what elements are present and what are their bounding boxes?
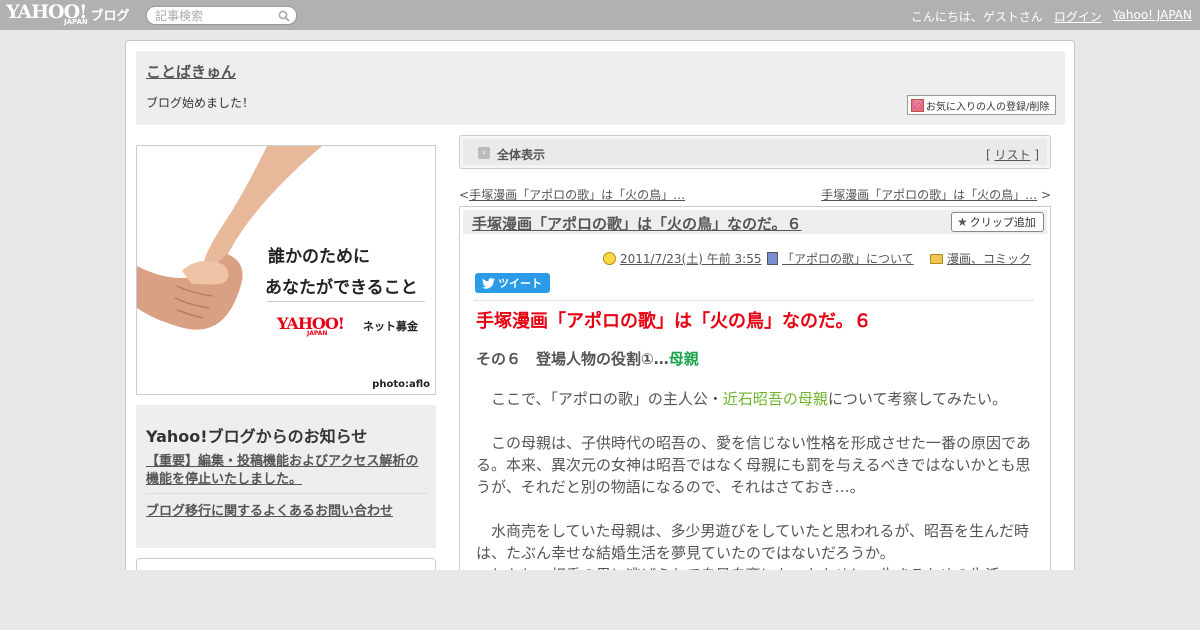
arrow-right-icon: › <box>478 147 490 159</box>
list-toggle: [ リスト ] <box>986 146 1039 163</box>
list-link[interactable]: リスト <box>994 148 1030 162</box>
top-navbar: YAHOO! JAPAN ブログ こんにちは、ゲストさん ログイン Yahoo!… <box>0 0 1200 30</box>
article-header: 手塚漫画「アポロの歌」は「火の鳥」なのだ。６ ★ クリップ追加 <box>463 210 1047 234</box>
paragraph-1-prefix: ここで、「アポロの歌」の主人公・ <box>476 390 723 408</box>
tweet-button[interactable]: ツイート <box>475 273 550 293</box>
prev-arrow: < <box>459 188 470 202</box>
search-input[interactable] <box>155 9 280 23</box>
user-menu: こんにちは、ゲストさん ログイン Yahoo! JAPAN <box>911 8 1192 25</box>
all-view-label: 全体表示 <box>497 148 546 162</box>
paragraph-1-highlight: 近石昭吾の母親 <box>722 390 828 408</box>
blog-title[interactable]: ことばきゅん <box>146 61 236 82</box>
star-icon: ★ <box>957 215 968 229</box>
charity-banner[interactable]: 誰かのために あなたができること YAHOO! JAPAN ネット募金 phot… <box>136 145 436 395</box>
article-divider <box>475 300 1033 301</box>
favorite-register-button[interactable]: ♡ お気に入りの人の登録/削除 <box>907 95 1056 115</box>
banner-net-donation: ネット募金 <box>363 320 418 333</box>
category-link[interactable]: 漫画、コミック <box>947 250 1031 267</box>
meta-book: 「アポロの歌」について <box>767 250 914 267</box>
book-icon <box>767 252 778 265</box>
search-box <box>146 6 297 25</box>
favorite-register-label: お気に入りの人の登録/削除 <box>926 101 1050 113</box>
notice-link-important[interactable]: 【重要】編集・投稿機能およびアクセス解析の機能を停止いたしました。 <box>146 453 428 489</box>
clip-add-button[interactable]: ★ クリップ追加 <box>951 212 1044 232</box>
article-navigation: <手塚漫画「アポロの歌」は「火の鳥」… 手塚漫画「アポロの歌」は「火の鳥」… > <box>459 186 1051 203</box>
folder-icon <box>930 253 943 264</box>
subheading-highlight: 母親 <box>668 350 699 368</box>
date-link[interactable]: 2011/7/23(土) 午前 3:55 <box>620 250 761 267</box>
list-bracket-close: ] <box>1030 148 1039 162</box>
article-body-title: 手塚漫画「アポロの歌」は「火の鳥」なのだ。６ <box>476 311 872 332</box>
all-view-inner: › 全体表示 [ リスト ] <box>463 139 1047 165</box>
clock-icon <box>603 252 616 265</box>
paragraph-1: ここで、「アポロの歌」の主人公・近石昭吾の母親について考察してみたい。 <box>476 388 1038 410</box>
photo-credit: photo:aflo <box>372 379 430 390</box>
yahoo-japan-link[interactable]: Yahoo! JAPAN <box>1113 8 1192 25</box>
meta-category: 漫画、コミック <box>930 250 1031 267</box>
banner-line1: 誰かのために <box>268 247 370 267</box>
handshake-image <box>137 146 435 394</box>
article-meta: 2011/7/23(土) 午前 3:55 「アポロの歌」について 漫画、コミック <box>460 250 1050 266</box>
prev-article-link[interactable]: 手塚漫画「アポロの歌」は「火の鳥」… <box>469 188 685 202</box>
banner-divider <box>267 301 425 302</box>
twitter-bird-icon <box>482 277 495 289</box>
next-article: 手塚漫画「アポロの歌」は「火の鳥」… > <box>821 186 1051 203</box>
banner-yahoo-logo-sub: JAPAN <box>307 330 328 337</box>
heart-icon: ♡ <box>911 98 924 112</box>
greeting-text: こんにちは、ゲストさん <box>910 10 1043 24</box>
blog-description: ブログ始めました！ <box>146 96 255 110</box>
search-icon[interactable] <box>278 10 290 22</box>
paragraph-1-suffix: について考察してみたい。 <box>827 390 1008 408</box>
meta-date: 2011/7/23(土) 午前 3:55 <box>603 250 761 267</box>
blog-header: ことばきゅん ブログ始めました！ ♡ お気に入りの人の登録/削除 <box>136 51 1065 125</box>
subheading-text: その６ 登場人物の役割①… <box>476 350 669 368</box>
page-footer-band <box>0 570 1200 630</box>
all-view-bar: › 全体表示 [ リスト ] <box>459 135 1051 169</box>
tweet-label: ツイート <box>498 277 542 290</box>
clip-add-label: クリップ追加 <box>969 216 1036 229</box>
yahoo-blog-logo[interactable]: YAHOO! JAPAN ブログ <box>6 3 130 27</box>
notice-title: Yahoo!ブログからのお知らせ <box>146 427 368 446</box>
logo-sub: JAPAN <box>64 18 88 26</box>
banner-line2: あなたができること <box>265 278 418 298</box>
paragraph-3: 水商売をしていた母親は、多少男遊びをしていたと思われるが、昭吾を生んだ時は、たぶ… <box>476 522 1030 562</box>
article-title[interactable]: 手塚漫画「アポロの歌」は「火の鳥」なのだ。６ <box>472 213 802 234</box>
article-subheading: その６ 登場人物の役割①…母親 <box>476 348 699 369</box>
notice-box: Yahoo!ブログからのお知らせ 【重要】編集・投稿機能およびアクセス解析の機能… <box>136 405 436 548</box>
logo-blog-label: ブログ <box>90 9 130 24</box>
next-arrow: > <box>1037 188 1051 202</box>
next-article-link[interactable]: 手塚漫画「アポロの歌」は「火の鳥」… <box>821 188 1037 202</box>
notice-divider <box>146 493 428 494</box>
login-link[interactable]: ログイン <box>1054 8 1102 25</box>
book-link[interactable]: 「アポロの歌」について <box>782 250 914 267</box>
prev-article: <手塚漫画「アポロの歌」は「火の鳥」… <box>459 186 685 203</box>
paragraph-2: この母親は、子供時代の昭吾の、愛を信じない性格を形成させた一番の原因である。本来… <box>476 434 1031 496</box>
notice-link-faq[interactable]: ブログ移行に関するよくあるお問い合わせ <box>146 500 393 519</box>
blog-frame: ことばきゅん ブログ始めました！ ♡ お気に入りの人の登録/削除 誰かのために … <box>125 40 1075 630</box>
article: 手塚漫画「アポロの歌」は「火の鳥」なのだ。６ ★ クリップ追加 2011/7/2… <box>459 206 1051 630</box>
